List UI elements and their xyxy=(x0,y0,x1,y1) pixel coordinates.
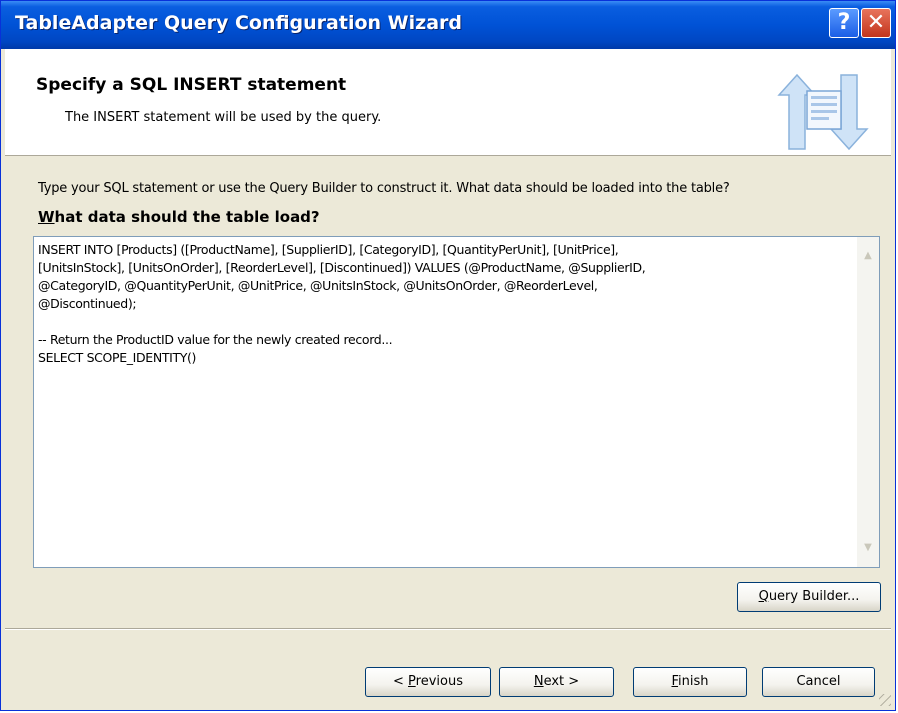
wizard-window: TableAdapter Query Configuration Wizard … xyxy=(0,0,896,711)
page-subtitle: The INSERT statement will be used by the… xyxy=(65,110,382,125)
wizard-sql-icon xyxy=(777,73,869,151)
scroll-down-icon[interactable]: ▼ xyxy=(859,539,877,557)
close-icon: ✕ xyxy=(866,10,886,35)
query-builder-label: uery Builder... xyxy=(768,589,860,604)
resize-grip[interactable] xyxy=(879,694,891,706)
scroll-up-icon[interactable]: ▲ xyxy=(859,247,877,265)
previous-button[interactable]: < Previous xyxy=(365,667,491,697)
label-text: hat data should the table load? xyxy=(54,208,320,226)
query-builder-button[interactable]: Query Builder... xyxy=(737,582,881,612)
sql-statement-textarea[interactable]: INSERT INTO [Products] ([ProductName], [… xyxy=(33,236,880,568)
footer-divider xyxy=(5,628,891,630)
query-builder-mnemonic: Q xyxy=(758,589,769,604)
next-mnemonic: N xyxy=(533,674,544,689)
help-icon: ? xyxy=(837,10,851,35)
sql-field-label: What data should the table load? xyxy=(38,208,320,226)
previous-prefix: < xyxy=(393,674,409,689)
vertical-scrollbar[interactable]: ▲ ▼ xyxy=(857,237,879,567)
sql-text: INSERT INTO [Products] ([ProductName], [… xyxy=(38,242,646,365)
previous-label: revious xyxy=(415,674,463,689)
title-bar[interactable]: TableAdapter Query Configuration Wizard … xyxy=(1,1,895,49)
help-button[interactable]: ? xyxy=(829,8,859,38)
cancel-button[interactable]: Cancel xyxy=(762,667,875,697)
wizard-header: Specify a SQL INSERT statement The INSER… xyxy=(5,49,891,156)
cancel-label: Cancel xyxy=(796,674,841,689)
instruction-text: Type your SQL statement or use the Query… xyxy=(38,181,730,196)
previous-mnemonic: P xyxy=(408,674,416,689)
window-title: TableAdapter Query Configuration Wizard xyxy=(15,12,462,34)
close-button[interactable]: ✕ xyxy=(861,8,891,38)
page-title: Specify a SQL INSERT statement xyxy=(36,75,347,95)
finish-button[interactable]: Finish xyxy=(633,667,747,697)
next-button[interactable]: Next > xyxy=(499,667,614,697)
label-mnemonic: W xyxy=(38,208,55,226)
finish-label: inish xyxy=(678,674,709,689)
next-label: ext > xyxy=(543,674,580,689)
